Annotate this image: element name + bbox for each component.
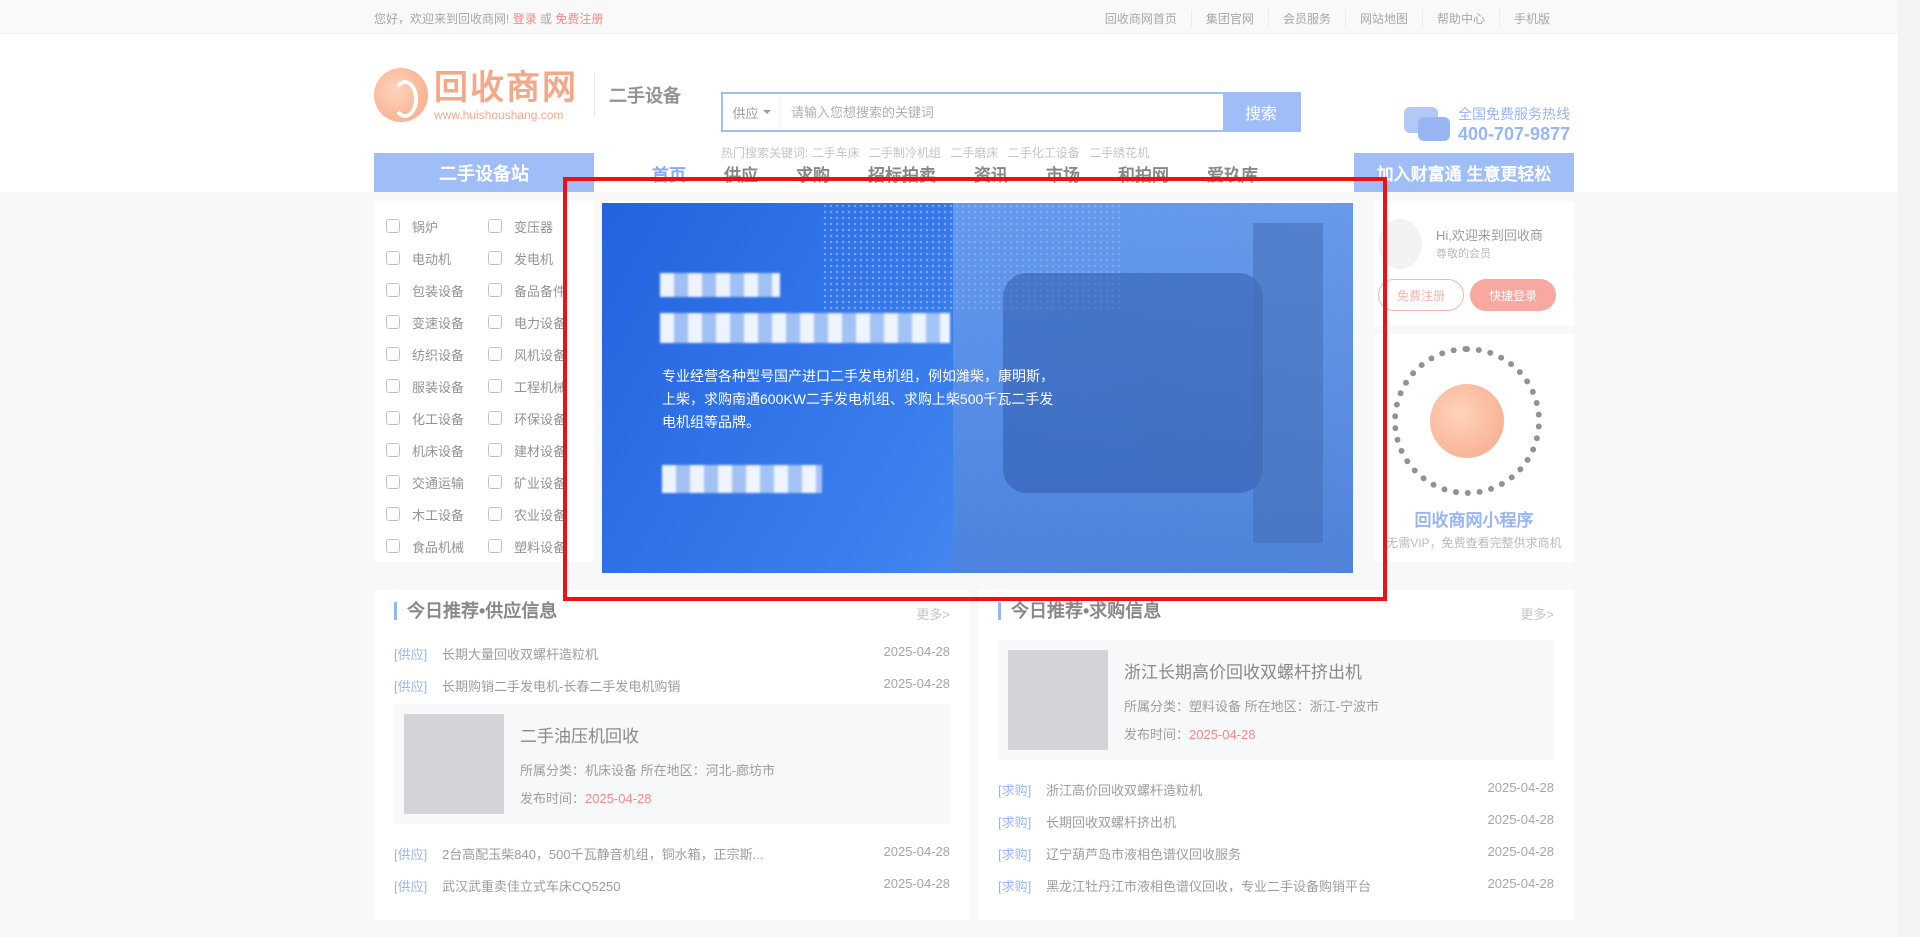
- promo-popup[interactable]: 专业经营各种型号国产进口二手发电机组，例如潍柴，康明斯，上柴，求购南通600KW…: [602, 203, 1353, 573]
- blurred-subheading: [660, 313, 950, 343]
- blurred-button[interactable]: [662, 465, 822, 493]
- popup-description: 专业经营各种型号国产进口二手发电机组，例如潍柴，康明斯，上柴，求购南通600KW…: [662, 368, 1054, 430]
- blurred-heading: [660, 273, 780, 297]
